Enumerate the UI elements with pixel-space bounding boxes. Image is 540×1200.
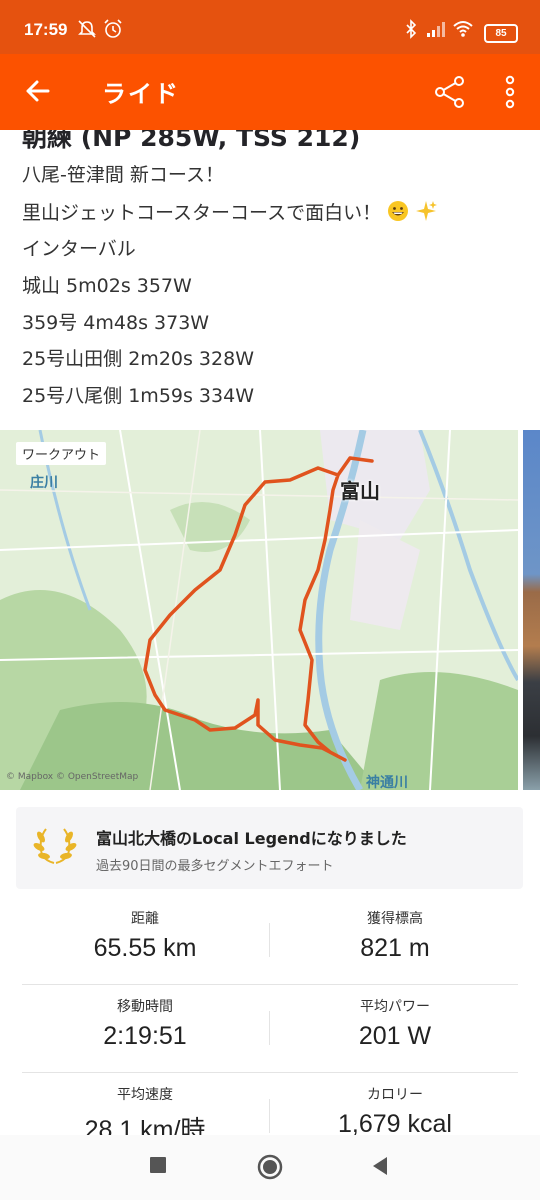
- stat-avg-speed: 平均速度 28.1 km/時: [10, 1084, 280, 1135]
- description-line: 城山 5m02s 357W: [22, 275, 192, 297]
- local-legend-card[interactable]: 富山北大橋のLocal Legendになりました 過去90日間の最多セグメントエ…: [16, 807, 523, 889]
- system-nav-bar: [0, 1135, 540, 1200]
- stat-value: 1,679 kcal: [338, 1110, 452, 1135]
- legend-subtitle: 過去90日間の最多セグメントエフォート: [96, 859, 334, 874]
- description-line: 25号八尾側 1m59s 334W: [22, 385, 254, 407]
- stat-avg-power: 平均パワー 201 W: [260, 996, 530, 1051]
- status-bar: 17:59 85: [0, 0, 540, 54]
- description-line: 里山ジェットコースターコースで面白い！: [22, 202, 382, 224]
- grinning-face-icon: [387, 200, 409, 227]
- battery-icon: 85: [484, 24, 518, 43]
- workout-label: ワークアウト: [16, 442, 107, 465]
- route-map[interactable]: ワークアウト 庄川 富山 神通川 © Mapbox © OpenStreetMa…: [0, 430, 518, 790]
- bluetooth-icon: [400, 18, 422, 40]
- home-circle-icon[interactable]: [256, 1153, 284, 1185]
- legend-title: 富山北大橋のLocal Legendになりました: [96, 829, 407, 848]
- alarm-icon: [102, 18, 124, 40]
- stat-value: 821 m: [360, 934, 430, 962]
- map-city-label: 富山: [340, 479, 380, 503]
- stat-moving-time: 移動時間 2:19:51: [10, 996, 280, 1051]
- description-line-with-emoji: 里山ジェットコースターコースで面白い！: [22, 198, 438, 227]
- stat-value: 2:19:51: [103, 1022, 187, 1050]
- stat-label: 移動時間: [117, 999, 173, 1015]
- map-river-label: 神通川: [366, 775, 408, 790]
- stat-distance: 距離 65.55 km: [10, 908, 280, 963]
- stat-label: 獲得標高: [367, 911, 423, 927]
- stat-value: 65.55 km: [93, 934, 197, 962]
- stat-row-divider: [22, 984, 518, 985]
- description-line: 八尾-笹津間 新コース！: [22, 164, 224, 186]
- page-title: ライド: [102, 80, 180, 108]
- laurel-wreath-icon: [32, 825, 78, 867]
- stat-calories: カロリー 1,679 kcal: [260, 1084, 530, 1135]
- back-triangle-icon[interactable]: [370, 1155, 390, 1181]
- description-line: 359号 4m48s 373W: [22, 312, 210, 334]
- stat-label: カロリー: [367, 1087, 423, 1103]
- stat-elevation: 獲得標高 821 m: [260, 908, 530, 963]
- back-arrow-icon[interactable]: [20, 72, 58, 110]
- stat-label: 平均パワー: [360, 999, 430, 1015]
- stat-value: 201 W: [358, 1022, 432, 1050]
- stat-label: 平均速度: [117, 1087, 173, 1103]
- recents-square-icon[interactable]: [148, 1155, 168, 1179]
- stat-label: 距離: [131, 911, 159, 927]
- signal-icon: [424, 18, 446, 40]
- stat-value: 28.1 km/時: [84, 1116, 206, 1135]
- route-line: [143, 456, 374, 762]
- stat-row-divider: [22, 1072, 518, 1073]
- activity-photo[interactable]: [523, 430, 540, 790]
- description-line: 25号山田側 2m20s 328W: [22, 348, 254, 370]
- app-bar: ライド: [0, 54, 540, 130]
- map-attribution[interactable]: © Mapbox © OpenStreetMap: [6, 772, 138, 782]
- wifi-icon: [452, 18, 474, 40]
- mute-notifications-icon: [76, 18, 98, 40]
- sparkles-icon: [415, 200, 438, 227]
- activity-content: 朝練 (NP 285W, TSS 212) 八尾-笹津間 新コース！ 里山ジェッ…: [0, 130, 540, 1135]
- map-place-label: 庄川: [30, 475, 58, 491]
- activity-title: 朝練 (NP 285W, TSS 212): [22, 130, 361, 152]
- more-vert-icon[interactable]: [498, 72, 522, 112]
- share-icon[interactable]: [432, 74, 468, 110]
- status-time: 17:59: [24, 20, 68, 39]
- description-line: インターバル: [22, 238, 136, 260]
